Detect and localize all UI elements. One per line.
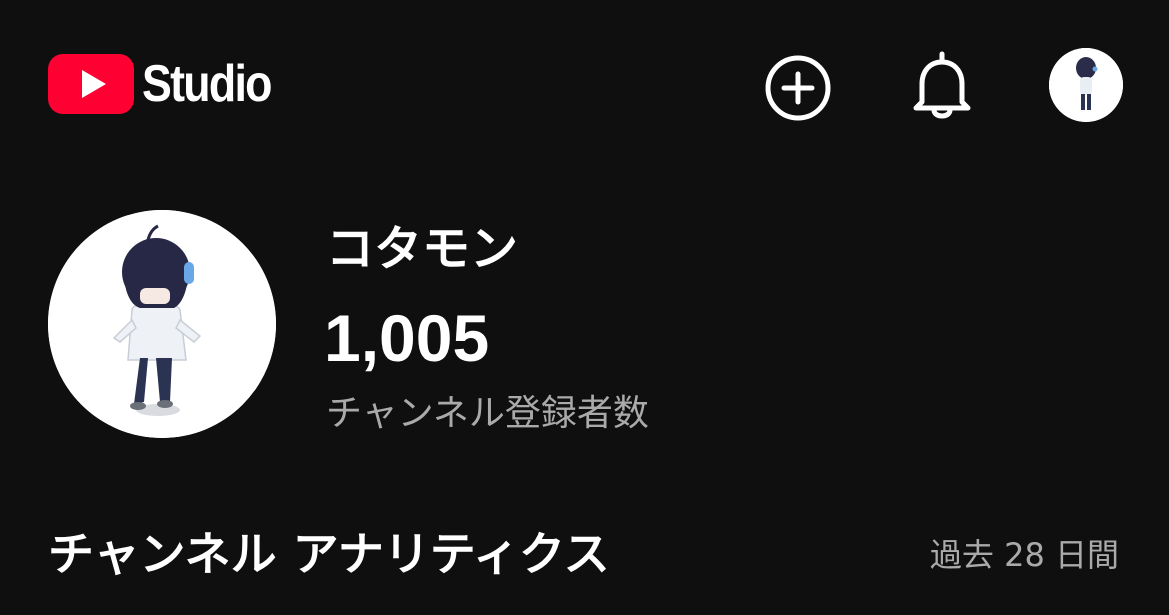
channel-analytics-title[interactable]: チャンネル アナリティクス <box>48 522 610 586</box>
logo-text: Studio <box>142 55 273 113</box>
channel-avatar[interactable] <box>48 210 276 438</box>
subscriber-count: 1,005 <box>324 301 490 375</box>
channel-name: コタモン <box>326 221 519 277</box>
channel-avatar-image <box>48 210 276 438</box>
youtube-studio-logo[interactable]: Studio <box>48 54 292 114</box>
analytics-period: 過去 28 日間 <box>929 536 1119 574</box>
account-avatar[interactable] <box>1049 48 1123 122</box>
top-bar: Studio <box>0 0 1169 170</box>
youtube-play-icon <box>48 54 134 114</box>
subscriber-label: チャンネル登録者数 <box>326 393 649 434</box>
studio-page: Studio コタモン 1,005 チャンネル登録者数 チャンネル アナリティク… <box>0 0 1169 615</box>
bell-icon[interactable] <box>908 50 976 122</box>
avatar-image <box>1049 48 1123 122</box>
create-icon[interactable] <box>764 54 832 122</box>
